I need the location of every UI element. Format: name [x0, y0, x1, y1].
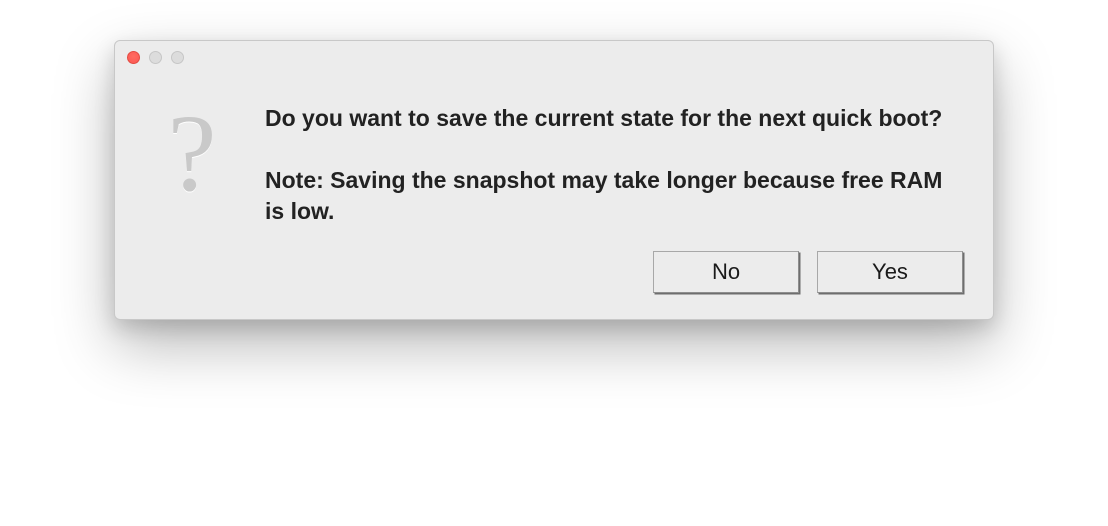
dialog-message: Do you want to save the current state fo…	[265, 103, 963, 227]
dialog-content: ? Do you want to save the current state …	[115, 75, 993, 247]
minimize-icon	[149, 51, 162, 64]
yes-button[interactable]: Yes	[817, 251, 963, 293]
dialog-icon-wrap: ?	[153, 101, 231, 201]
question-mark-icon: ?	[168, 107, 217, 201]
dialog-message-area: Do you want to save the current state fo…	[265, 101, 963, 227]
dialog-button-row: No Yes	[115, 247, 993, 319]
maximize-icon	[171, 51, 184, 64]
window-titlebar	[115, 41, 993, 75]
no-button[interactable]: No	[653, 251, 799, 293]
close-icon[interactable]	[127, 51, 140, 64]
confirmation-dialog: ? Do you want to save the current state …	[114, 40, 994, 320]
